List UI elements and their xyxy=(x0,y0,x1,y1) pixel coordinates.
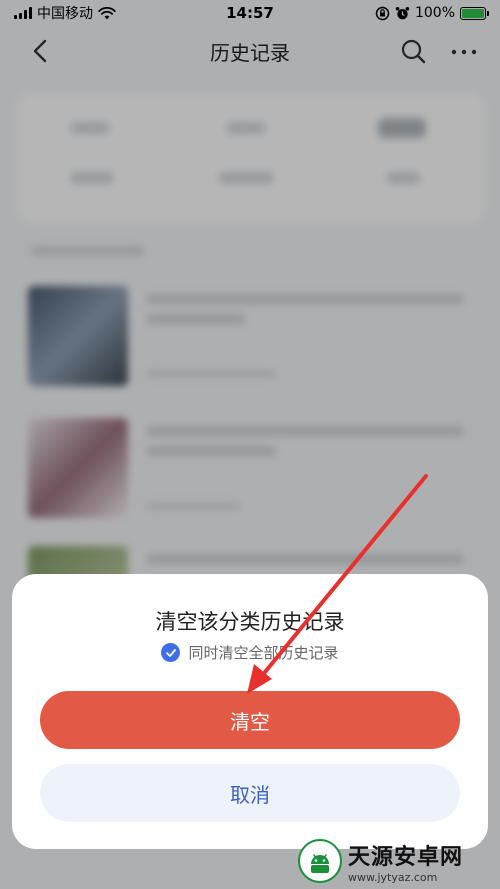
sheet-title: 清空该分类历史记录 xyxy=(155,610,345,634)
clear-button[interactable]: 清空 xyxy=(40,691,460,749)
watermark-url: www.jytyaz.com xyxy=(348,870,438,884)
android-logo-icon xyxy=(298,839,342,883)
clear-all-label: 同时清空全部历史记录 xyxy=(188,644,339,662)
site-watermark: 天源安卓网 www.jytyaz.com xyxy=(298,836,498,886)
cancel-button[interactable]: 取消 xyxy=(40,764,460,822)
watermark-text: 天源安卓网 www.jytyaz.com xyxy=(348,839,463,884)
watermark-name: 天源安卓网 xyxy=(348,844,464,870)
clear-all-option[interactable]: 同时清空全部历史记录 xyxy=(12,642,488,663)
check-circle-icon[interactable] xyxy=(161,643,181,662)
clear-history-sheet: 清空该分类历史记录 同时清空全部历史记录 清空 取消 xyxy=(12,574,488,849)
